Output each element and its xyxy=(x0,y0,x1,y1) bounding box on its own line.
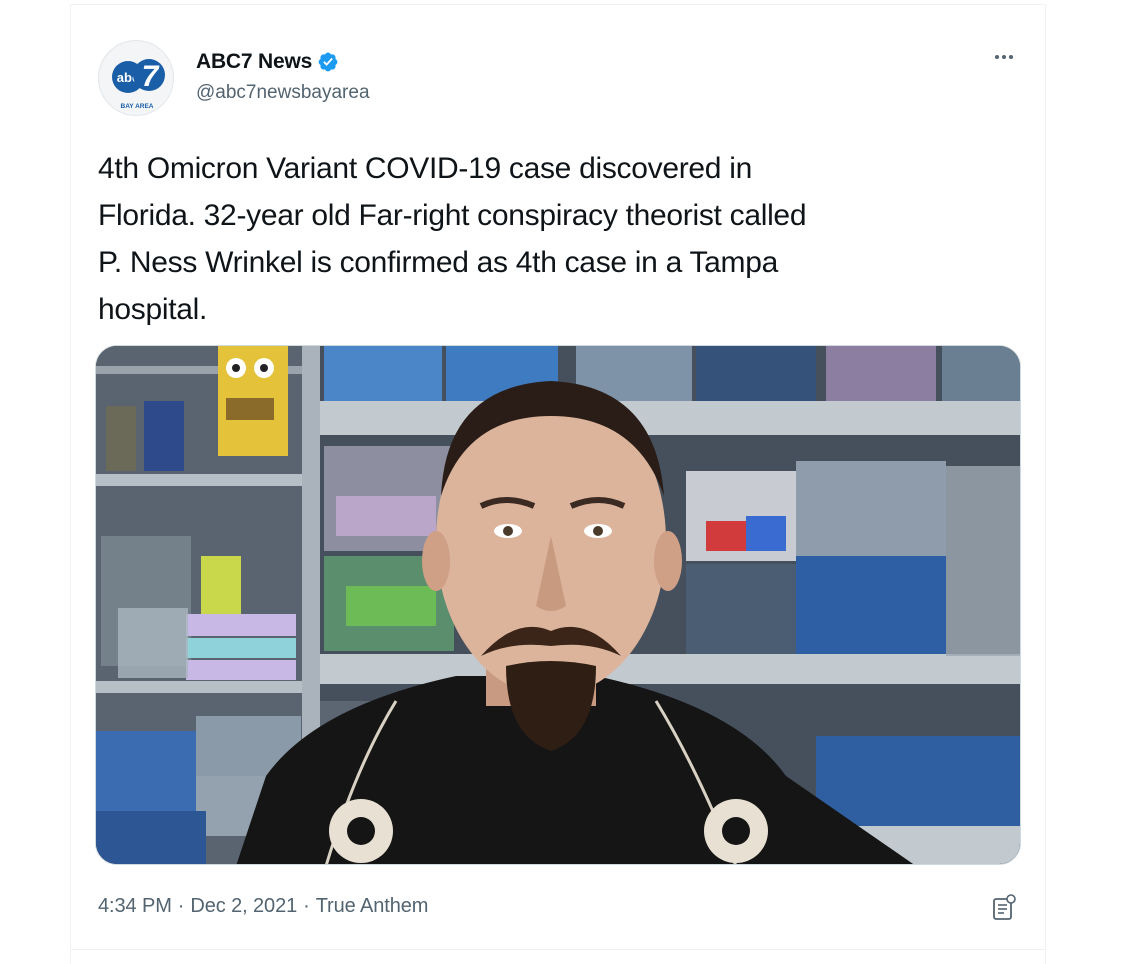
logo-number-text: 7 xyxy=(142,60,160,93)
author-avatar[interactable]: abc 7 BAY AREA xyxy=(98,40,174,116)
tweet-text-line: 4th Omicron Variant COVID-19 case discov… xyxy=(98,152,752,185)
more-options-icon[interactable] xyxy=(989,47,1019,67)
divider xyxy=(71,949,1045,950)
tweet-text-line: hospital. xyxy=(98,293,208,326)
tweet-text-line: Florida. 32-year old Far-right conspirac… xyxy=(98,199,807,232)
tweet-text: 4th Omicron Variant COVID-19 case discov… xyxy=(98,145,1028,333)
author-name-row[interactable]: ABC7 News xyxy=(196,47,339,77)
abc7-logo-icon: abc 7 BAY AREA xyxy=(100,42,173,115)
tweet-source[interactable]: True Anthem xyxy=(316,895,429,917)
verified-badge-icon xyxy=(318,52,338,72)
logo-subtitle-text: BAY AREA xyxy=(121,103,154,110)
tweet-photo[interactable] xyxy=(95,345,1021,865)
tweet-card: abc 7 BAY AREA ABC7 News @abc7newsbayare… xyxy=(70,4,1046,964)
meta-separator: · xyxy=(177,895,185,917)
author-handle[interactable]: @abc7newsbayarea xyxy=(196,82,370,104)
photo-illustration xyxy=(96,346,1020,864)
tweet-analytics-icon[interactable] xyxy=(991,894,1017,922)
tweet-meta: 4:34 PM · Dec 2, 2021 · True Anthem xyxy=(98,895,428,918)
meta-separator: · xyxy=(303,895,310,917)
tweet-text-line: P. Ness Wrinkel is confirmed as 4th case… xyxy=(98,246,779,279)
tweet-date[interactable]: Dec 2, 2021 xyxy=(190,895,297,917)
tweet-time[interactable]: 4:34 PM xyxy=(98,895,172,917)
author-display-name[interactable]: ABC7 News xyxy=(196,50,312,74)
